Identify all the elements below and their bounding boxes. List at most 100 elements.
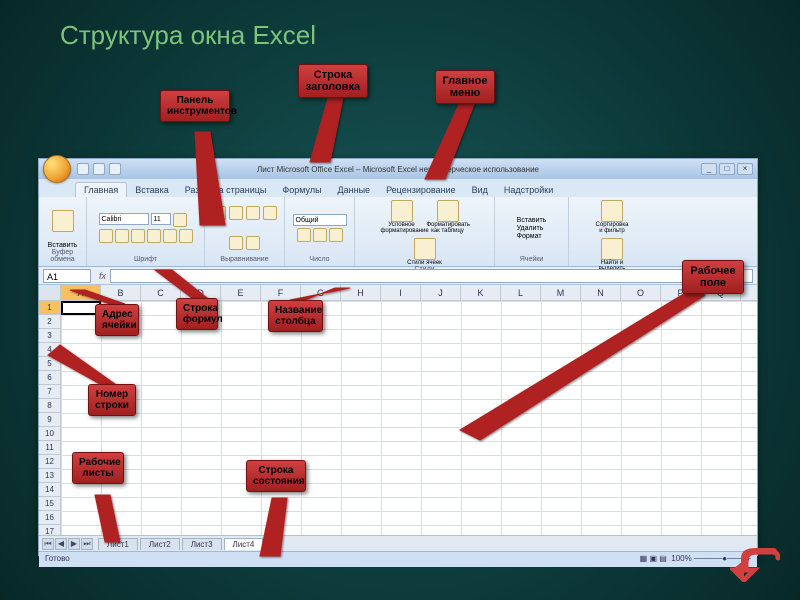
ribbon-clipboard: Вставить Буфер обмена (39, 197, 87, 266)
tab-layout[interactable]: Разметка страницы (177, 183, 275, 197)
col-header[interactable]: B (101, 285, 141, 300)
row-header[interactable]: 5 (39, 357, 60, 371)
font-color-icon[interactable] (179, 229, 193, 243)
sheet-tab[interactable]: Лист1 (98, 538, 138, 550)
row-headers: 1234567891011121314151617181920212223242… (39, 301, 61, 535)
row-header[interactable]: 11 (39, 441, 60, 455)
row-header[interactable]: 7 (39, 385, 60, 399)
col-header[interactable]: A (61, 285, 101, 300)
align-icon[interactable] (246, 236, 260, 250)
comma-icon[interactable] (329, 228, 343, 242)
align-icon[interactable] (229, 206, 243, 220)
col-header[interactable]: K (461, 285, 501, 300)
align-icon[interactable] (246, 206, 260, 220)
col-header[interactable]: C (141, 285, 181, 300)
group-label: Число (309, 256, 329, 263)
ribbon: Вставить Буфер обмена Calibri 11 (39, 197, 757, 267)
callout-statusbar: Строка состояния (246, 460, 306, 492)
tab-insert[interactable]: Вставка (127, 183, 176, 197)
paste-icon[interactable] (52, 210, 74, 232)
col-header[interactable]: N (581, 285, 621, 300)
callout-formulabar: Строка формул (176, 298, 218, 330)
col-header[interactable]: H (341, 285, 381, 300)
align-icon[interactable] (212, 206, 226, 220)
bold-icon[interactable] (99, 229, 113, 243)
font-name[interactable]: Calibri (99, 213, 149, 225)
col-header[interactable]: J (421, 285, 461, 300)
row-header[interactable]: 13 (39, 469, 60, 483)
sheet-tab[interactable]: Лист2 (140, 538, 180, 550)
callout-workarea: Рабочее поле (682, 260, 744, 294)
office-button[interactable] (43, 155, 71, 183)
row-header[interactable]: 17 (39, 525, 60, 535)
col-header[interactable]: O (621, 285, 661, 300)
tab-addins[interactable]: Надстройки (496, 183, 561, 197)
align-icon[interactable] (263, 206, 277, 220)
row-header[interactable]: 16 (39, 511, 60, 525)
name-box[interactable]: A1 (43, 269, 91, 283)
border-icon[interactable] (147, 229, 161, 243)
callout-celladdr: Адрес ячейки (95, 304, 139, 336)
ribbon-font: Calibri 11 Шрифт (87, 197, 205, 266)
col-header[interactable]: E (221, 285, 261, 300)
callout-rownum: Номер строки (88, 384, 136, 416)
cell-styles-icon[interactable] (414, 238, 436, 260)
row-header[interactable]: 8 (39, 399, 60, 413)
delete-cells[interactable]: Удалить (517, 225, 544, 232)
col-header[interactable]: M (541, 285, 581, 300)
cells-area[interactable] (61, 301, 757, 535)
row-header[interactable]: 10 (39, 427, 60, 441)
sheet-tab[interactable]: Лист3 (182, 538, 222, 550)
number-format[interactable]: Общий (293, 214, 347, 226)
window-controls[interactable]: _□× (701, 163, 753, 175)
row-header[interactable]: 4 (39, 343, 60, 357)
cond-format-icon[interactable] (391, 200, 413, 222)
currency-icon[interactable] (297, 228, 311, 242)
tab-formulas[interactable]: Формулы (274, 183, 329, 197)
grow-font-icon[interactable] (173, 213, 187, 227)
percent-icon[interactable] (313, 228, 327, 242)
row-header[interactable]: 9 (39, 413, 60, 427)
col-header[interactable]: G (301, 285, 341, 300)
formula-input[interactable] (110, 269, 753, 283)
return-button[interactable] (730, 548, 780, 582)
tab-review[interactable]: Рецензирование (378, 183, 464, 197)
align-icon[interactable] (229, 236, 243, 250)
row-header[interactable]: 15 (39, 497, 60, 511)
select-all-corner[interactable] (39, 285, 61, 300)
ribbon-editing: Сортировка и фильтр Найти и выделить Ред… (569, 197, 655, 266)
format-table-icon[interactable] (437, 200, 459, 222)
font-size[interactable]: 11 (151, 213, 171, 225)
worksheet-grid[interactable]: ABCDEFGHIJKLMNOPQ 1234567891011121314151… (39, 285, 757, 535)
ribbon-tabs: Главная Вставка Разметка страницы Формул… (39, 179, 757, 197)
tab-view[interactable]: Вид (464, 183, 496, 197)
col-header[interactable]: F (261, 285, 301, 300)
row-header[interactable]: 12 (39, 455, 60, 469)
underline-icon[interactable] (131, 229, 145, 243)
col-header[interactable]: L (501, 285, 541, 300)
fill-icon[interactable] (163, 229, 177, 243)
italic-icon[interactable] (115, 229, 129, 243)
sort-icon[interactable] (601, 200, 623, 222)
callout-colname: Название столбца (268, 300, 323, 332)
tab-data[interactable]: Данные (330, 183, 379, 197)
group-label: Выравнивание (220, 256, 268, 263)
quick-access-toolbar[interactable] (77, 163, 121, 175)
format-cells[interactable]: Формат (517, 233, 542, 240)
insert-cells[interactable]: Вставить (517, 217, 547, 224)
sheet-nav[interactable]: ⏮◀▶⏭ (39, 538, 96, 550)
row-header[interactable]: 6 (39, 371, 60, 385)
sheet-tab[interactable]: Лист4 (224, 538, 264, 550)
slide-title: Структура окна Excel (60, 20, 316, 51)
col-header[interactable]: I (381, 285, 421, 300)
callout-toolbar: Панель инструментов (160, 90, 230, 122)
ribbon-align: Выравнивание (205, 197, 285, 266)
row-header[interactable]: 3 (39, 329, 60, 343)
find-icon[interactable] (601, 238, 623, 260)
row-header[interactable]: 14 (39, 483, 60, 497)
excel-window: Лист Microsoft Office Excel – Microsoft … (38, 158, 758, 556)
row-header[interactable]: 2 (39, 315, 60, 329)
fx-icon[interactable]: fx (95, 271, 110, 281)
row-header[interactable]: 1 (39, 301, 60, 315)
tab-home[interactable]: Главная (75, 182, 127, 197)
